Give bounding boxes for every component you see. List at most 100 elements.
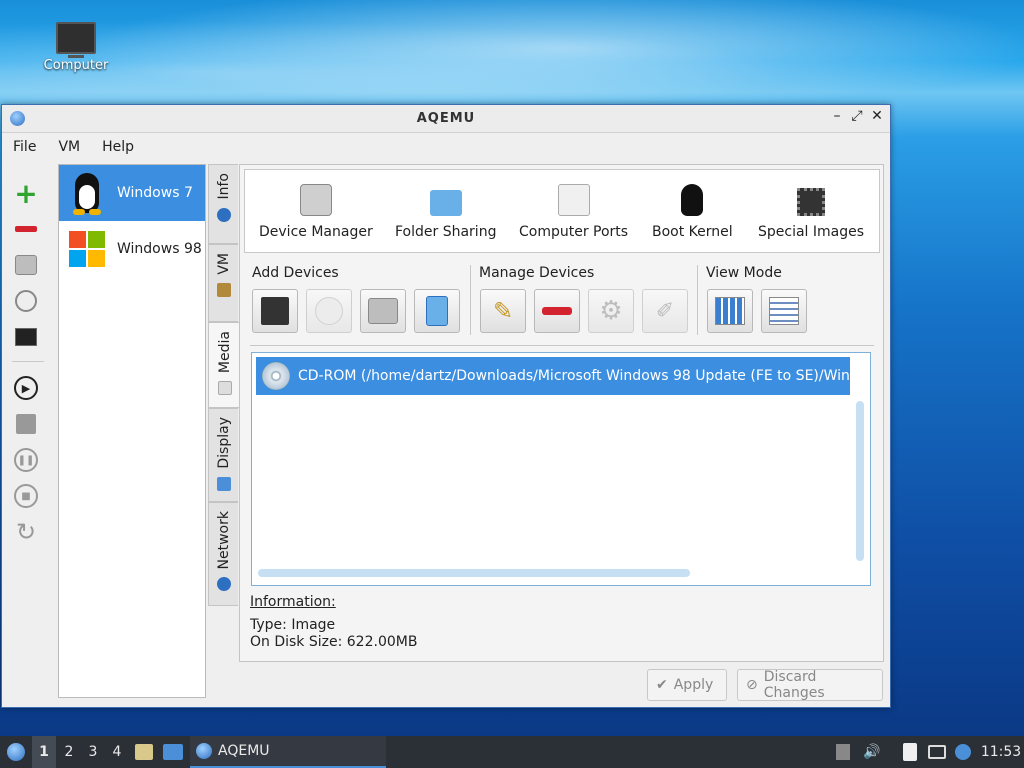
- network-shape: [928, 745, 946, 759]
- add-storage-button[interactable]: [414, 289, 460, 333]
- settings-tabs: Info VM Media Display Network: [208, 164, 240, 610]
- play-icon: ▶: [14, 376, 38, 400]
- task-aqemu[interactable]: AQEMU: [190, 736, 386, 768]
- discard-changes-button[interactable]: ⊘ Discard Changes: [737, 669, 883, 701]
- minimize-icon[interactable]: –: [828, 108, 846, 124]
- hard-disk-icon: [299, 184, 332, 216]
- menubar: File VM Help: [2, 133, 890, 161]
- delete-vm-button[interactable]: [10, 213, 42, 245]
- tab-label: Media: [216, 331, 233, 374]
- chip-icon: [797, 188, 826, 216]
- remove-device-button[interactable]: [534, 289, 580, 333]
- usb-icon: [557, 184, 590, 216]
- tux-icon: [681, 184, 704, 216]
- group-separator: [697, 265, 698, 335]
- boot-kernel-button[interactable]: Boot Kernel: [652, 184, 733, 240]
- workspace-2[interactable]: 2: [58, 736, 80, 768]
- reset-vm-button[interactable]: ↻: [10, 516, 42, 548]
- workspace-1[interactable]: 1: [32, 736, 56, 768]
- tray-up-icon[interactable]: [834, 736, 852, 768]
- tab-network[interactable]: Network: [208, 502, 238, 606]
- close-icon[interactable]: ✕: [868, 108, 886, 124]
- desktop-icon: [163, 744, 183, 760]
- titlebar[interactable]: AQEMU – ⤢ ✕: [2, 105, 890, 133]
- view-mode-title: View Mode: [706, 265, 782, 281]
- add-hdd-button[interactable]: [360, 289, 406, 333]
- group-separator: [470, 265, 471, 335]
- vm-list: Windows 7 Windows 98: [58, 164, 206, 698]
- terminal-button[interactable]: [10, 321, 42, 353]
- pause-vm-button[interactable]: ❚❚: [10, 444, 42, 476]
- menu-vm[interactable]: VM: [58, 139, 80, 155]
- tools-icon: [216, 282, 231, 297]
- horizontal-scrollbar[interactable]: [258, 569, 690, 577]
- folder-sharing-button[interactable]: Folder Sharing: [395, 184, 496, 240]
- device-list: CD-ROM (/home/dartz/Downloads/Microsoft …: [251, 352, 871, 586]
- special-images-button[interactable]: Special Images: [758, 188, 864, 240]
- add-floppy-button[interactable]: [252, 289, 298, 333]
- add-cdrom-button[interactable]: [306, 289, 352, 333]
- refresh-icon: ↻: [15, 518, 37, 546]
- stop-vm-button[interactable]: ■: [10, 480, 42, 512]
- vm-item-windows-7[interactable]: Windows 7: [59, 165, 205, 221]
- edit-device-button[interactable]: ✎: [480, 289, 526, 333]
- update-tray-icon[interactable]: [952, 736, 974, 768]
- menu-file[interactable]: File: [13, 139, 36, 155]
- tab-display[interactable]: Display: [208, 408, 238, 502]
- clock-icon: [15, 290, 37, 312]
- vertical-scrollbar[interactable]: [856, 401, 864, 561]
- network-tray-icon[interactable]: [926, 736, 948, 768]
- show-desktop-launcher[interactable]: [162, 736, 184, 768]
- device-groups: Add Devices Manage Devices ✎ ⚙ ✐ View Mo…: [240, 261, 885, 341]
- toolbar-label: Computer Ports: [519, 224, 629, 240]
- vm-item-windows-98[interactable]: Windows 98: [59, 221, 205, 277]
- tux-icon: [63, 169, 111, 217]
- icon-view-button[interactable]: [707, 289, 753, 333]
- start-menu-button[interactable]: [4, 736, 28, 768]
- workspace-4[interactable]: 4: [106, 736, 128, 768]
- arrow-up-icon: [836, 744, 850, 760]
- tab-info[interactable]: Info: [208, 164, 238, 244]
- workspace-label: 1: [39, 744, 49, 760]
- maximize-icon[interactable]: ⤢: [848, 108, 866, 124]
- device-row-cdrom[interactable]: CD-ROM (/home/dartz/Downloads/Microsoft …: [256, 357, 850, 395]
- gear-icon: ⚙: [599, 296, 623, 326]
- apply-button[interactable]: ✔ Apply: [647, 669, 727, 701]
- add-vm-button[interactable]: +: [10, 177, 42, 210]
- clear-device-button[interactable]: ✐: [642, 289, 688, 333]
- storage-icon: [426, 296, 448, 326]
- workspace-label: 4: [112, 744, 122, 760]
- list-view-button[interactable]: [761, 289, 807, 333]
- device-settings-button[interactable]: ⚙: [588, 289, 634, 333]
- computer-icon: [56, 22, 96, 58]
- save-state-button[interactable]: [10, 408, 42, 440]
- device-manager-button[interactable]: Device Manager: [259, 184, 373, 240]
- workspace-3[interactable]: 3: [82, 736, 104, 768]
- eraser-icon: ✐: [655, 298, 675, 324]
- windows-logo-icon: [63, 225, 111, 273]
- check-icon: ✔: [656, 677, 668, 693]
- top-toolbar: Device Manager Folder Sharing Computer P…: [244, 169, 880, 253]
- desktop-icon-computer[interactable]: Computer: [38, 22, 114, 73]
- hard-disk-icon: [368, 298, 398, 324]
- aqemu-app-icon: [196, 743, 212, 759]
- start-vm-button[interactable]: ▶: [10, 372, 42, 404]
- clipboard-icon[interactable]: [900, 736, 920, 768]
- apply-label: Apply: [673, 677, 714, 693]
- tab-media[interactable]: Media: [208, 322, 240, 408]
- file-manager-launcher[interactable]: [134, 736, 154, 768]
- pencil-icon: ✎: [492, 297, 514, 325]
- vm-disk-button[interactable]: [10, 249, 42, 281]
- vm-name: Windows 7: [117, 185, 193, 201]
- aqemu-window: AQEMU – ⤢ ✕ File VM Help + ▶ ❚❚ ■ ↻ Wind…: [1, 104, 891, 708]
- workspace-label: 3: [88, 744, 98, 760]
- terminal-icon: [15, 328, 37, 346]
- menu-help[interactable]: Help: [102, 139, 134, 155]
- hard-disk-icon: [15, 255, 37, 275]
- snapshot-button[interactable]: [10, 285, 42, 317]
- volume-icon[interactable]: 🔊: [862, 736, 882, 768]
- computer-ports-button[interactable]: Computer Ports: [519, 184, 628, 240]
- tab-vm[interactable]: VM: [208, 244, 238, 322]
- clock[interactable]: 11:53: [980, 736, 1022, 768]
- toolbar-separator: [12, 361, 44, 362]
